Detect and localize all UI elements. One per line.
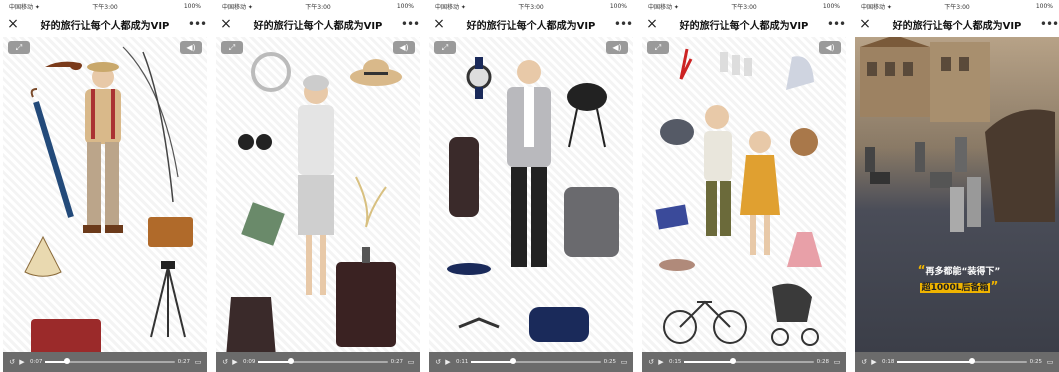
status-time: 下午3:00 bbox=[305, 4, 331, 11]
video-controls: ↺ ▶ 0:15 0:28 ▭ bbox=[642, 352, 846, 372]
phone-screen-5: 中国移动 ✦ 下午3:00 100% × 好的旅行让每个人都成为VIP ••• … bbox=[855, 0, 1059, 372]
video-controls: ↺ ▶ 0:11 0:25 ▭ bbox=[429, 352, 633, 372]
page-title: 好的旅行让每个人都成为VIP bbox=[40, 20, 170, 32]
phone-screen-2: 中国移动 ✦ 下午3:00 100% × 好的旅行让每个人都成为VIP ••• … bbox=[216, 0, 420, 372]
time-total: 0:27 bbox=[390, 359, 403, 365]
status-time: 下午3:00 bbox=[731, 4, 757, 11]
play-icon[interactable]: ▶ bbox=[17, 358, 27, 366]
time-current: 0:15 bbox=[669, 359, 682, 365]
page-title: 好的旅行让每个人都成为VIP bbox=[253, 20, 383, 32]
progress-bar[interactable] bbox=[258, 358, 388, 364]
status-bar: 中国移动 ✦ 下午3:00 100% bbox=[216, 0, 420, 13]
video-controls: ↺ ▶ 0:09 0:27 ▭ bbox=[216, 352, 420, 372]
time-total: 0:27 bbox=[177, 359, 190, 365]
caption-line-2: 超1000L后备箱 bbox=[919, 283, 991, 293]
video-stage[interactable]: ⤢ ◀) bbox=[429, 37, 633, 352]
phone-screen-3: 中国移动 ✦ 下午3:00 100% × 好的旅行让每个人都成为VIP ••• … bbox=[429, 0, 633, 372]
time-current: 0:07 bbox=[30, 359, 43, 365]
status-bar: 中国移动 ✦ 下午3:00 100% bbox=[429, 0, 633, 13]
video-controls: ↺ ▶ 0:07 0:27 ▭ bbox=[3, 352, 207, 372]
status-time: 下午3:00 bbox=[92, 4, 118, 11]
more-icon[interactable]: ••• bbox=[613, 17, 633, 31]
rewind-icon[interactable]: ↺ bbox=[220, 358, 230, 366]
progress-bar[interactable] bbox=[684, 358, 814, 364]
video-controls: ↺ ▶ 0:18 0:25 ▭ bbox=[855, 352, 1059, 372]
more-icon[interactable]: ••• bbox=[1039, 17, 1059, 31]
phone-screen-1: 中国移动 ✦ 下午3:00 100% × 好的旅行让每个人都成为VIP ••• … bbox=[3, 0, 207, 372]
time-current: 0:18 bbox=[882, 359, 895, 365]
progress-bar[interactable] bbox=[897, 358, 1027, 364]
rewind-icon[interactable]: ↺ bbox=[859, 358, 869, 366]
status-bar: 中国移动 ✦ 下午3:00 100% bbox=[855, 0, 1059, 13]
time-current: 0:11 bbox=[456, 359, 469, 365]
play-icon[interactable]: ▶ bbox=[443, 358, 453, 366]
screen-icon[interactable]: ▭ bbox=[832, 358, 842, 366]
time-total: 0:25 bbox=[1029, 359, 1042, 365]
nav-bar: × 好的旅行让每个人都成为VIP ••• bbox=[642, 13, 846, 35]
play-icon[interactable]: ▶ bbox=[869, 358, 879, 366]
close-icon[interactable]: × bbox=[429, 16, 449, 32]
nav-bar: × 好的旅行让每个人都成为VIP ••• bbox=[3, 13, 207, 35]
nav-bar: × 好的旅行让每个人都成为VIP ••• bbox=[855, 13, 1059, 35]
illustration-old-woman-outfit bbox=[226, 52, 402, 352]
page-title: 好的旅行让每个人都成为VIP bbox=[892, 20, 1022, 32]
status-time: 下午3:00 bbox=[518, 4, 544, 11]
page-title: 好的旅行让每个人都成为VIP bbox=[679, 20, 809, 32]
video-stage[interactable]: ⤢ ◀) bbox=[216, 37, 420, 352]
time-current: 0:09 bbox=[243, 359, 256, 365]
progress-bar[interactable] bbox=[471, 358, 601, 364]
illustration-car-trunk-scene bbox=[860, 37, 1055, 232]
screen-icon[interactable]: ▭ bbox=[1045, 358, 1055, 366]
illustration-old-man-outfit bbox=[24, 46, 193, 352]
more-icon[interactable]: ••• bbox=[400, 17, 420, 31]
video-stage[interactable]: ⤢ ◀) bbox=[642, 37, 846, 352]
nav-bar: × 好的旅行让每个人都成为VIP ••• bbox=[429, 13, 633, 35]
video-stage[interactable]: “再多都能“装得下” 超1000L后备箱” bbox=[855, 37, 1059, 352]
screen-icon[interactable]: ▭ bbox=[619, 358, 629, 366]
rewind-icon[interactable]: ↺ bbox=[646, 358, 656, 366]
rewind-icon[interactable]: ↺ bbox=[433, 358, 443, 366]
play-icon[interactable]: ▶ bbox=[230, 358, 240, 366]
video-stage[interactable]: ⤢ ◀) bbox=[3, 37, 207, 352]
play-icon[interactable]: ▶ bbox=[656, 358, 666, 366]
promo-caption: “再多都能“装得下” 超1000L后备箱” bbox=[917, 263, 1001, 293]
nav-bar: × 好的旅行让每个人都成为VIP ••• bbox=[216, 13, 420, 35]
more-icon[interactable]: ••• bbox=[187, 17, 207, 31]
status-time: 下午3:00 bbox=[944, 4, 970, 11]
illustration-man-outfit bbox=[447, 57, 619, 342]
time-total: 0:25 bbox=[603, 359, 616, 365]
close-icon[interactable]: × bbox=[855, 16, 875, 32]
progress-bar[interactable] bbox=[45, 358, 175, 364]
illustration-children-outfit bbox=[655, 48, 822, 346]
caption-line-1: 再多都能“装得下” bbox=[925, 267, 1001, 277]
screen-icon[interactable]: ▭ bbox=[193, 358, 203, 366]
time-total: 0:28 bbox=[816, 359, 829, 365]
close-icon[interactable]: × bbox=[642, 16, 662, 32]
page-title: 好的旅行让每个人都成为VIP bbox=[466, 20, 596, 32]
status-bar: 中国移动 ✦ 下午3:00 100% bbox=[3, 0, 207, 13]
close-icon[interactable]: × bbox=[216, 16, 236, 32]
screen-icon[interactable]: ▭ bbox=[406, 358, 416, 366]
rewind-icon[interactable]: ↺ bbox=[7, 358, 17, 366]
status-bar: 中国移动 ✦ 下午3:00 100% bbox=[642, 0, 846, 13]
more-icon[interactable]: ••• bbox=[826, 17, 846, 31]
phone-screen-4: 中国移动 ✦ 下午3:00 100% × 好的旅行让每个人都成为VIP ••• … bbox=[642, 0, 846, 372]
close-icon[interactable]: × bbox=[3, 16, 23, 32]
